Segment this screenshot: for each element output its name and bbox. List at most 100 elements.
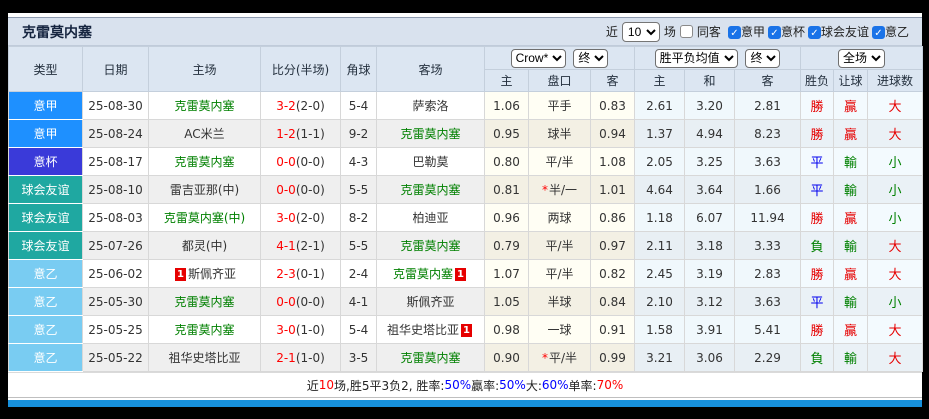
home-team-cell: 克雷莫内塞: [148, 91, 261, 120]
avg-stage-select[interactable]: 终: [745, 48, 781, 68]
avg-away-odds: 8.23: [734, 119, 802, 148]
col-header-crown-handicap: 盘口: [528, 69, 591, 92]
bottom-accent-bar: [8, 400, 922, 407]
avg-home-odds: 1.37: [634, 119, 686, 148]
summary-segment: 大:: [525, 378, 542, 393]
avg-away-odds: 3.63: [734, 287, 802, 316]
away-team-cell: 克雷莫内塞: [376, 343, 485, 372]
away-team-name: 克雷莫内塞: [400, 183, 461, 197]
bookmaker-select[interactable]: Crow*: [510, 48, 566, 68]
half-time-score: (0-1): [295, 266, 325, 281]
home-team-cell: AC米兰: [148, 119, 261, 148]
avg-away-odds: 3.33: [734, 231, 802, 260]
full-time-score: 3-0: [276, 322, 296, 337]
avg-home-odds: 1.18: [634, 203, 686, 232]
avg-odds-select[interactable]: 胜平负均值: [654, 48, 738, 68]
col-header-score: 比分(半场): [260, 46, 341, 92]
avg-draw-odds: 3.12: [684, 287, 736, 316]
avg-draw-odds: 3.64: [684, 175, 736, 204]
league-filter-checkbox[interactable]: ✓: [727, 26, 741, 39]
corner-cell: 4-3: [340, 147, 377, 176]
crown-away-odds: 0.84: [589, 287, 636, 316]
col-header-date: 日期: [82, 46, 149, 92]
summary-segment: 场,胜5平3负2, 胜率:: [334, 378, 445, 393]
half-time-score: (2-0): [295, 98, 325, 113]
same-away-label: 同客: [696, 25, 721, 39]
col-header-corner: 角球: [340, 46, 377, 92]
crown-home-odds: 0.81: [484, 175, 529, 204]
crown-stage-select[interactable]: 终: [573, 48, 609, 68]
avg-home-odds: 2.45: [634, 259, 686, 288]
full-time-score: 2-1: [276, 350, 296, 365]
result-goals: 大: [867, 231, 924, 260]
match-history-table: 类型 日期 主场 比分(半场) 角球 客场 Crow* 终 胜平负均值 终 全场…: [8, 46, 924, 372]
handicap-value: 平/半: [548, 351, 578, 365]
avg-draw-odds: 3.25: [684, 147, 736, 176]
handicap-change-star: *: [541, 183, 548, 197]
league-filter-checkbox[interactable]: ✓: [807, 26, 821, 39]
result-handicap: 贏: [833, 315, 869, 344]
corner-cell: 5-5: [340, 175, 377, 204]
avg-draw-odds: 3.91: [684, 315, 736, 344]
crown-home-odds: 0.90: [484, 343, 529, 372]
filter-toolbar: 近 10 场 同客 ✓ 意甲 ✓ 意杯 ✓ 球会友谊 ✓ 意乙: [606, 21, 912, 42]
full-time-score: 1-2: [276, 126, 296, 141]
crown-away-odds: 0.94: [589, 119, 636, 148]
crown-odds-header: Crow* 终: [483, 46, 636, 70]
handicap-change-star: *: [541, 351, 548, 365]
panel-title: 克雷莫内塞: [22, 24, 92, 41]
crown-handicap: 平手: [528, 91, 591, 120]
corner-cell: 3-5: [340, 343, 377, 372]
recent-count-select[interactable]: 10: [621, 21, 660, 42]
full-time-score: 0-0: [276, 182, 296, 197]
home-team-cell: 都灵(中): [148, 231, 261, 260]
league-badge: 意甲: [8, 119, 83, 148]
avg-away-odds: 2.83: [734, 259, 802, 288]
crown-away-odds: 0.91: [589, 315, 636, 344]
league-badge: 意乙: [8, 315, 83, 344]
crown-handicap: 两球: [528, 203, 591, 232]
league-badge: 球会友谊: [8, 203, 83, 232]
red-card-icon: 1: [455, 268, 466, 281]
same-away-checkbox[interactable]: [679, 25, 693, 38]
match-date: 25-07-26: [82, 231, 149, 260]
match-date: 25-08-24: [82, 119, 149, 148]
summary-segment: 50%: [444, 378, 472, 392]
away-team-cell: 斯佩齐亚: [376, 287, 485, 316]
handicap-value: 两球: [547, 211, 572, 225]
result-goals: 小: [867, 287, 924, 316]
result-handicap: 輸: [833, 231, 869, 260]
handicap-value: 平手: [547, 99, 572, 113]
league-filter-checkbox[interactable]: ✓: [767, 26, 781, 39]
result-wdl: 勝: [800, 259, 835, 288]
col-header-result-handicap: 让球: [833, 69, 869, 92]
home-team-cell: 祖华史塔比亚: [148, 343, 261, 372]
crown-handicap: 平/半: [528, 231, 591, 260]
corner-cell: 5-4: [340, 315, 377, 344]
half-time-score: (0-0): [295, 154, 325, 169]
page-background: 克雷莫内塞 近 10 场 同客 ✓ 意甲 ✓ 意杯 ✓ 球会友谊 ✓ 意乙 类型…: [0, 0, 929, 419]
corner-cell: 5-5: [340, 231, 377, 260]
league-filter-checkbox[interactable]: ✓: [871, 26, 885, 39]
result-goals: 小: [867, 147, 924, 176]
col-header-crown-home: 主: [484, 69, 529, 92]
summary-segment: 70%: [596, 378, 624, 392]
corner-cell: 5-4: [340, 91, 377, 120]
away-team-name: 萨索洛: [412, 99, 449, 113]
match-date: 25-08-30: [82, 91, 149, 120]
match-row: 意甲 25-08-24 AC米兰 1-2(1-1) 9-2 克雷莫内塞 0.95 球半 0.94…: [8, 119, 924, 148]
result-handicap: 贏: [833, 91, 869, 120]
result-scope-header: 全场: [800, 46, 924, 70]
result-handicap: 輸: [833, 175, 869, 204]
avg-home-odds: 2.10: [634, 287, 686, 316]
home-team-name: 克雷莫内塞: [174, 295, 235, 309]
league-badge: 意甲: [8, 91, 83, 120]
score-cell: 4-1(2-1): [260, 231, 341, 260]
match-date: 25-05-22: [82, 343, 149, 372]
match-date: 25-08-10: [82, 175, 149, 204]
away-team-name: 柏迪亚: [412, 211, 449, 225]
result-goals: 大: [867, 315, 924, 344]
result-goals: 大: [867, 91, 924, 120]
scope-select[interactable]: 全场: [838, 48, 886, 68]
result-handicap: 輸: [833, 343, 869, 372]
